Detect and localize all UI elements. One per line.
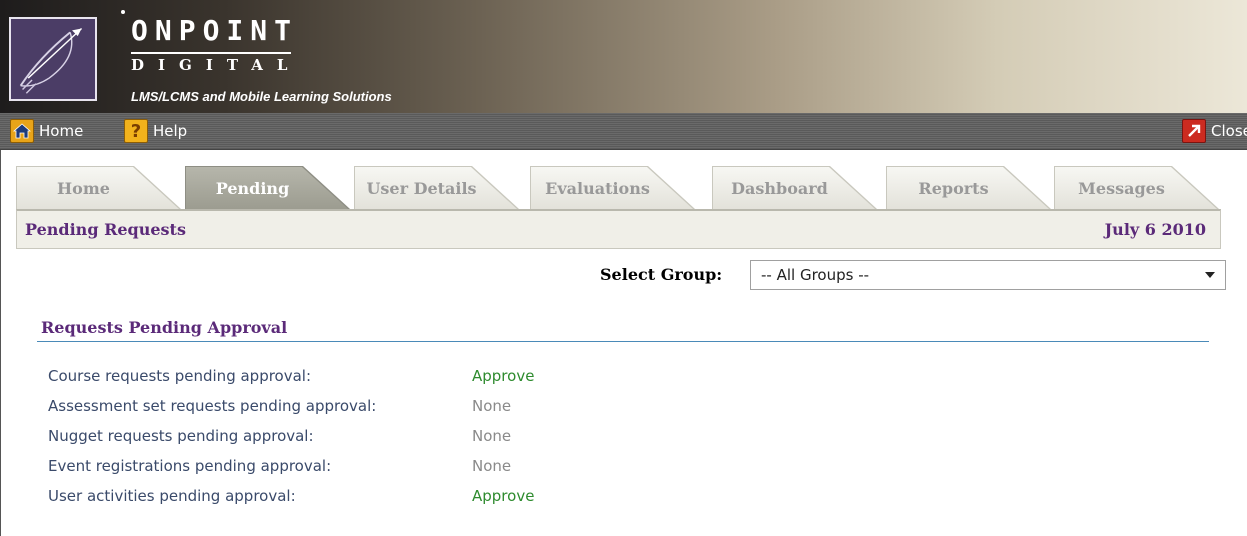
tab-messages-label: Messages	[1055, 167, 1217, 209]
event-registrations-value: None	[472, 457, 512, 475]
page-title-bar: Pending Requests July 6 2010	[16, 209, 1221, 249]
tab-user-details-label: User Details	[355, 167, 517, 209]
question-icon: ?	[124, 119, 148, 143]
tab-evaluations[interactable]: Evaluations	[530, 166, 695, 209]
nav-home-label: Home	[39, 122, 84, 140]
nugget-requests-value: None	[472, 427, 512, 445]
section-title: Requests Pending Approval	[41, 318, 288, 337]
tab-pending-label: Pending	[186, 167, 348, 209]
assessment-requests-value: None	[472, 397, 512, 415]
nav-home-link[interactable]: Home	[10, 119, 83, 143]
page-date: July 6 2010	[1104, 220, 1206, 239]
tab-home[interactable]: Home	[16, 166, 181, 209]
house-icon	[10, 119, 34, 143]
section-divider	[37, 341, 1209, 342]
exit-arrow-icon	[1182, 119, 1206, 143]
tab-user-details[interactable]: User Details	[354, 166, 519, 209]
tab-dashboard-label: Dashboard	[713, 167, 875, 209]
tab-reports[interactable]: Reports	[886, 166, 1051, 209]
nugget-requests-label: Nugget requests pending approval:	[48, 427, 314, 445]
nav-help-label: Help	[153, 122, 188, 140]
nav-help-link[interactable]: ? Help	[124, 119, 187, 143]
select-group-label: Select Group:	[600, 265, 723, 284]
group-select-value: -- All Groups --	[761, 266, 870, 284]
content-left-border	[0, 150, 1, 536]
tab-reports-label: Reports	[887, 167, 1049, 209]
brand-rule	[131, 52, 291, 54]
brand-subtitle: DIGITAL	[131, 56, 302, 74]
chevron-down-icon	[1205, 272, 1215, 278]
brand-dot	[121, 10, 125, 14]
nav-close-link[interactable]: Close	[1182, 119, 1247, 143]
top-nav-bar: Home ? Help Close	[0, 113, 1247, 150]
user-activities-label: User activities pending approval:	[48, 487, 296, 505]
course-requests-approve-link[interactable]: Approve	[472, 367, 534, 389]
header-banner: ONPOINT DIGITAL LMS/LCMS and Mobile Lear…	[0, 0, 1247, 113]
brand-tagline: LMS/LCMS and Mobile Learning Solutions	[131, 89, 392, 104]
tab-evaluations-label: Evaluations	[531, 167, 693, 209]
course-requests-label: Course requests pending approval:	[48, 367, 312, 385]
tab-messages[interactable]: Messages	[1054, 166, 1219, 209]
assessment-requests-label: Assessment set requests pending approval…	[48, 397, 377, 415]
tab-pending[interactable]: Pending	[185, 166, 350, 209]
event-registrations-label: Event registrations pending approval:	[48, 457, 332, 475]
page-title: Pending Requests	[25, 220, 186, 239]
nav-close-label: Close	[1211, 122, 1247, 140]
tab-home-label: Home	[17, 167, 179, 209]
user-activities-approve-link[interactable]: Approve	[472, 487, 534, 509]
group-select[interactable]: -- All Groups --	[750, 260, 1226, 290]
brand-name: ONPOINT	[131, 14, 299, 47]
tab-dashboard[interactable]: Dashboard	[712, 166, 877, 209]
onpoint-logo-icon	[9, 17, 97, 101]
